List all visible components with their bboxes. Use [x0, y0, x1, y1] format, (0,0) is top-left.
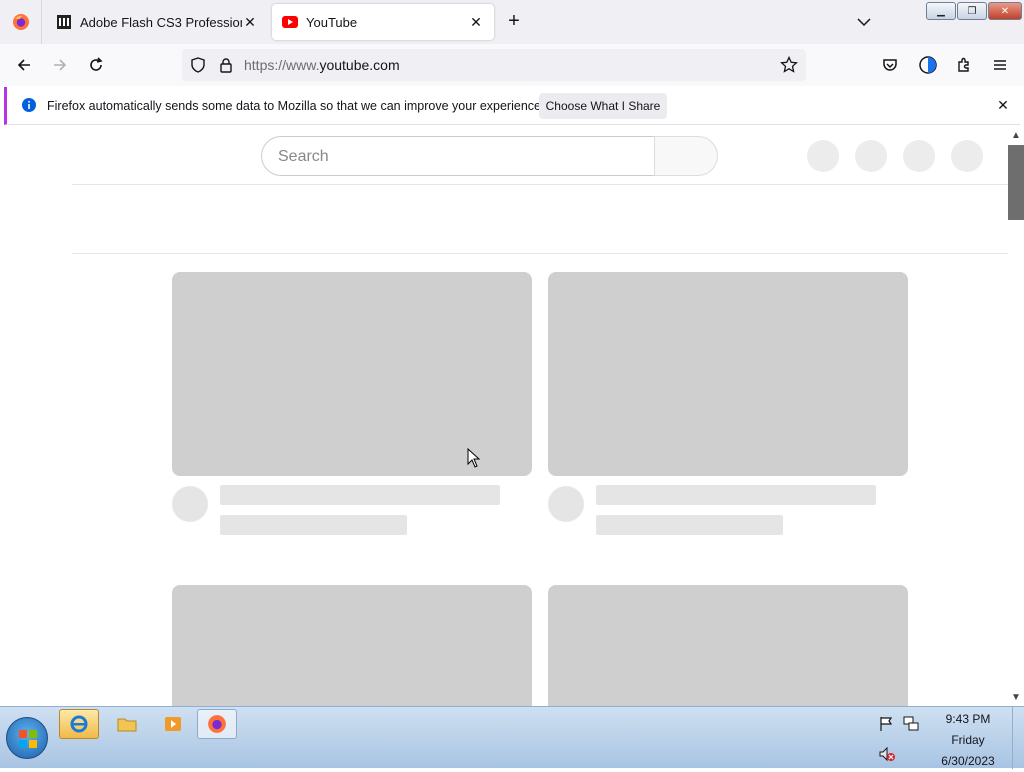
video-thumbnail-placeholder[interactable]: [548, 585, 908, 706]
close-window-button[interactable]: ✕: [988, 2, 1022, 20]
header-placeholder-circle: [855, 140, 887, 172]
windows-logo-icon: [19, 730, 37, 748]
reload-button[interactable]: [84, 53, 108, 77]
choose-what-i-share-button[interactable]: Choose What I Share: [539, 93, 667, 119]
mouse-cursor-icon: [467, 448, 481, 468]
start-button[interactable]: [6, 717, 48, 759]
firefox-icon: [208, 715, 226, 733]
action-center-flag-icon[interactable]: [878, 715, 896, 733]
search-input[interactable]: Search: [261, 136, 655, 176]
scroll-up-arrow-icon[interactable]: ▲: [1010, 130, 1022, 142]
close-tab-icon[interactable]: ✕: [468, 14, 484, 30]
channel-avatar-placeholder: [172, 486, 208, 522]
firefox-icon: [12, 14, 29, 30]
youtube-page: Search: [0, 128, 1008, 706]
video-thumbnail-placeholder[interactable]: [548, 272, 908, 476]
video-thumbnail-placeholder[interactable]: [172, 272, 532, 476]
show-desktop-button[interactable]: [1012, 707, 1024, 769]
taskbar-firefox[interactable]: [197, 709, 237, 739]
clock-day: Friday: [951, 733, 985, 747]
arrow-left-icon: [17, 59, 30, 71]
pocket-icon: [883, 59, 897, 71]
header-placeholder-circle: [903, 140, 935, 172]
restore-button[interactable]: ❐: [957, 2, 987, 20]
taskbar-media-player[interactable]: [153, 709, 193, 739]
url-domain: youtube.com: [319, 57, 400, 73]
list-all-tabs-icon[interactable]: [856, 12, 872, 32]
info-icon: [22, 98, 36, 112]
extensions-button[interactable]: [952, 53, 976, 77]
hamburger-menu-icon: [994, 60, 1006, 70]
chips-divider: [72, 253, 1008, 254]
header-placeholder-circle: [807, 140, 839, 172]
taskbar-file-explorer[interactable]: [107, 709, 147, 739]
forward-button[interactable]: [48, 53, 72, 77]
youtube-icon: [282, 16, 298, 28]
title-line-placeholder: [220, 485, 500, 505]
contrast-icon: [919, 56, 937, 74]
folder-icon: [117, 718, 137, 732]
reload-icon: [90, 57, 103, 71]
puzzle-icon: [958, 57, 969, 72]
url-prefix: https://www.: [244, 57, 320, 73]
app-menu-button[interactable]: [988, 53, 1012, 77]
volume-muted-icon[interactable]: [878, 745, 896, 763]
close-tab-icon[interactable]: ✕: [242, 14, 258, 30]
video-thumbnail-placeholder[interactable]: [172, 585, 532, 706]
internet-explorer-icon: [70, 715, 88, 733]
firefox-view-button[interactable]: [0, 0, 42, 44]
shield-icon[interactable]: [190, 57, 206, 73]
tab-adobe-flash[interactable]: Adobe Flash CS3 Professional - ✕: [46, 4, 268, 40]
header-divider: [72, 184, 1008, 185]
dark-reader-button[interactable]: [916, 53, 940, 77]
network-icon[interactable]: [902, 715, 920, 733]
header-placeholder-circle: [951, 140, 983, 172]
data-collection-notification: Firefox automatically sends some data to…: [4, 87, 1020, 125]
pocket-button[interactable]: [878, 53, 902, 77]
channel-avatar-placeholder: [548, 486, 584, 522]
bookmark-star-icon[interactable]: [780, 56, 798, 74]
clock-date: 6/30/2023: [941, 754, 995, 768]
search-button[interactable]: [654, 136, 718, 176]
museum-icon: [57, 15, 71, 29]
arrow-right-icon: [54, 59, 67, 71]
scrollbar-thumb[interactable]: [1008, 145, 1024, 220]
vertical-scrollbar[interactable]: ▲ ▼: [1008, 128, 1024, 706]
media-player-icon: [165, 717, 181, 731]
windows-taskbar: 9:43 PM Friday 6/30/2023: [0, 706, 1024, 769]
scroll-down-arrow-icon[interactable]: ▼: [1010, 692, 1022, 704]
tab-title: Adobe Flash CS3 Professional -: [80, 14, 242, 30]
title-line-placeholder: [596, 485, 876, 505]
new-tab-button[interactable]: +: [504, 11, 524, 32]
meta-line-placeholder: [220, 515, 407, 535]
meta-line-placeholder: [596, 515, 783, 535]
lock-icon[interactable]: [218, 57, 234, 73]
minimize-button[interactable]: ▁: [926, 2, 956, 20]
back-button[interactable]: [12, 53, 36, 77]
url-text[interactable]: https://www.youtube.com: [244, 57, 400, 73]
notification-message: Firefox automatically sends some data to…: [47, 99, 545, 113]
tab-bar: Adobe Flash CS3 Professional - ✕ YouTube…: [0, 0, 1024, 44]
tab-youtube[interactable]: YouTube ✕: [272, 4, 494, 40]
system-clock[interactable]: 9:43 PM Friday 6/30/2023: [932, 709, 1004, 772]
address-bar[interactable]: https://www.youtube.com: [182, 49, 806, 81]
taskbar-internet-explorer[interactable]: [59, 709, 99, 739]
clock-time: 9:43 PM: [945, 712, 991, 726]
tab-title: YouTube: [306, 14, 358, 30]
close-notification-icon[interactable]: ✕: [995, 97, 1011, 113]
